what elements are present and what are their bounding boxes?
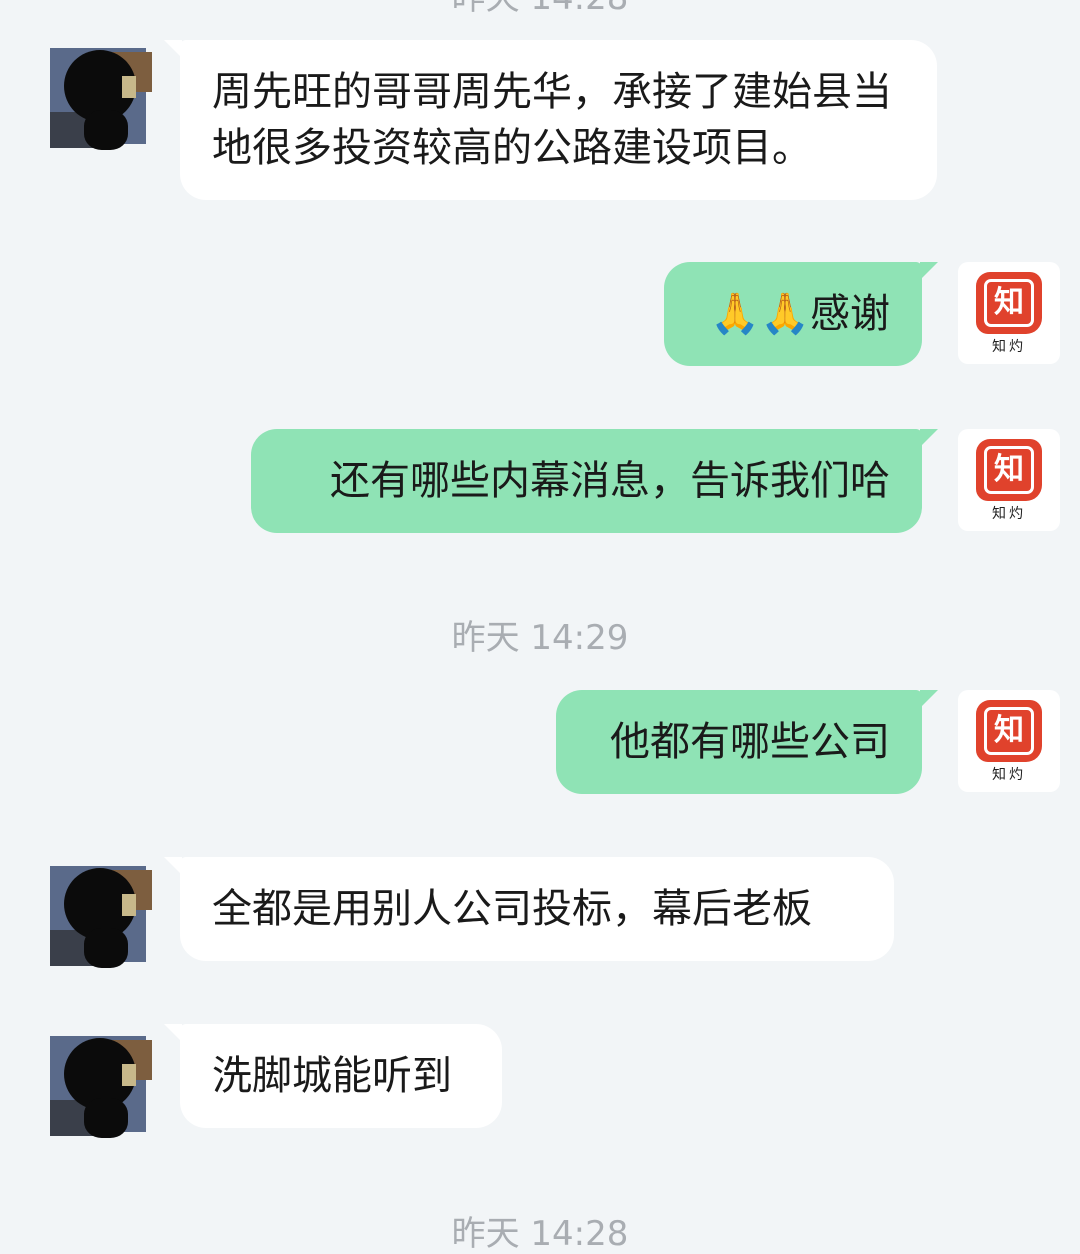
timestamp: 昨天 14:29 [451, 618, 629, 658]
message-bubble-incoming[interactable]: 全都是用别人公司投标，幕后老板 [164, 857, 894, 961]
my-avatar[interactable]: 知 知灼 [958, 262, 1060, 364]
contact-avatar[interactable] [44, 860, 154, 970]
message-bubble-outgoing[interactable]: 还有哪些内幕消息，告诉我们哈 [251, 429, 938, 533]
zhihu-seal-icon: 知 [976, 439, 1042, 501]
message-text: 洗脚城能听到 [212, 1053, 452, 1099]
message-text: 🙏🙏感谢 [710, 291, 890, 337]
message-bubble-incoming[interactable]: 周先旺的哥哥周先华，承接了建始县当地很多投资较高的公路建设项目。 [164, 40, 937, 200]
avatar-caption: 知灼 [992, 339, 1026, 355]
zhihu-seal-icon: 知 [976, 272, 1042, 334]
message-text: 他都有哪些公司 [610, 719, 890, 765]
avatar-caption: 知灼 [992, 506, 1026, 522]
message-bubble-incoming[interactable]: 洗脚城能听到 [164, 1024, 502, 1128]
message-bubble-outgoing[interactable]: 他都有哪些公司 [556, 690, 938, 794]
timestamp-top: 昨天 14:28 [0, 0, 1080, 18]
message-text: 全都是用别人公司投标，幕后老板 [212, 886, 812, 932]
zhihu-seal-icon: 知 [976, 700, 1042, 762]
contact-avatar[interactable] [44, 1030, 154, 1140]
avatar-caption: 知灼 [992, 767, 1026, 783]
contact-avatar[interactable] [44, 42, 154, 152]
timestamp-bottom: 昨天 14:28 [451, 1214, 629, 1254]
my-avatar[interactable]: 知 知灼 [958, 690, 1060, 792]
my-avatar[interactable]: 知 知灼 [958, 429, 1060, 531]
message-text: 周先旺的哥哥周先华，承接了建始县当地很多投资较高的公路建设项目。 [212, 69, 892, 171]
message-text: 还有哪些内幕消息，告诉我们哈 [330, 458, 890, 504]
message-bubble-outgoing[interactable]: 🙏🙏感谢 [664, 262, 938, 366]
